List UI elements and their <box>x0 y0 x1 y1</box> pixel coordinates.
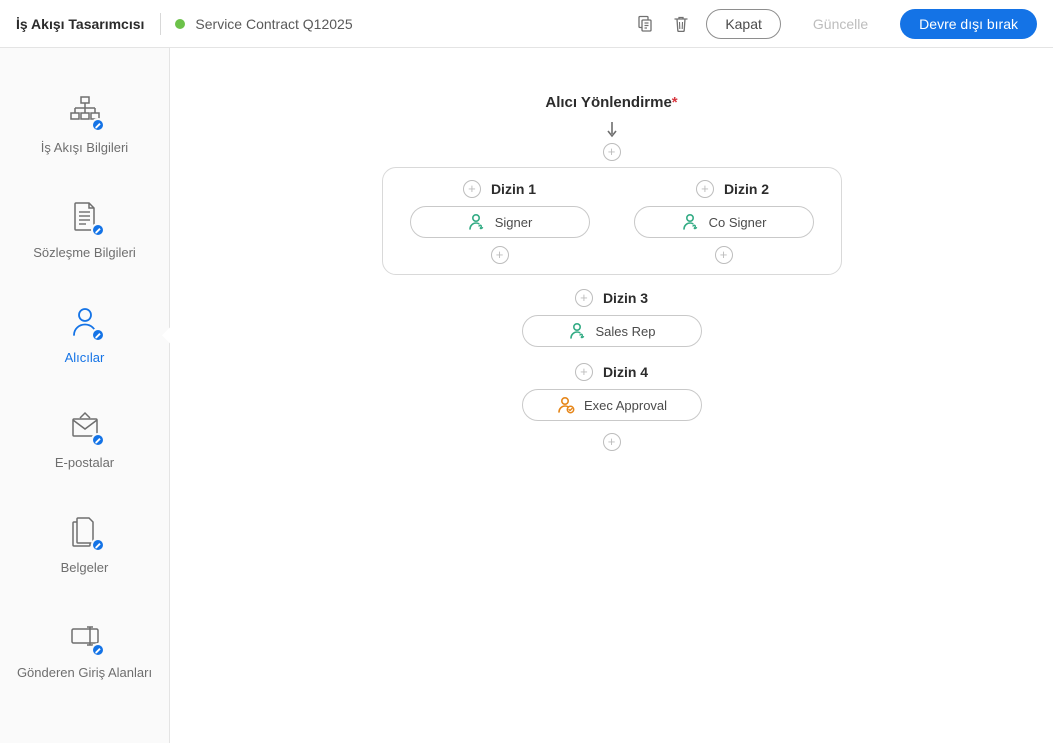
branch-1-title: Dizin 1 <box>491 181 536 197</box>
sidebar-item-agreement-info[interactable]: Sözleşme Bilgileri <box>0 179 169 284</box>
status-indicator <box>175 19 185 29</box>
sidebar-item-label: Sözleşme Bilgileri <box>33 245 136 260</box>
signer-icon <box>681 212 701 232</box>
approver-icon <box>556 395 576 415</box>
routing-title-text: Alıcı Yönlendirme <box>545 94 671 111</box>
workflow-info-icon <box>67 94 103 130</box>
close-button[interactable]: Kapat <box>706 9 781 39</box>
parallel-group: Dizin 1 Signer Dizin 2 <box>382 167 842 275</box>
add-step-end[interactable] <box>603 433 621 451</box>
step-3-title: Dizin 3 <box>603 290 648 306</box>
add-after-branch-2[interactable] <box>715 246 733 264</box>
add-before-step-3[interactable] <box>575 289 593 307</box>
recipient-label: Co Signer <box>709 215 767 230</box>
recipient-cosigner[interactable]: Co Signer <box>634 206 814 238</box>
workflow-name[interactable]: Service Contract Q12025 <box>195 16 352 32</box>
add-step-top[interactable] <box>603 143 621 161</box>
update-button: Güncelle <box>795 10 886 38</box>
serial-step-4: Dizin 4 Exec Approval <box>170 355 1053 451</box>
add-after-branch-1[interactable] <box>491 246 509 264</box>
app-title: İş Akışı Tasarımcısı <box>16 16 160 32</box>
separator <box>160 13 161 35</box>
header-actions: Kapat Güncelle Devre dışı bırak <box>634 9 1037 39</box>
disable-button[interactable]: Devre dışı bırak <box>900 9 1037 39</box>
clone-icon[interactable] <box>634 13 656 35</box>
sidebar-item-label: İş Akışı Bilgileri <box>41 140 128 155</box>
sidebar-item-sender-fields[interactable]: Gönderen Giriş Alanları <box>0 599 169 704</box>
recipient-label: Sales Rep <box>596 324 656 339</box>
sidebar-item-label: Gönderen Giriş Alanları <box>17 665 152 680</box>
sidebar: İş Akışı Bilgileri Sözleşme Bilgileri <box>0 48 170 743</box>
add-before-branch-2[interactable] <box>696 180 714 198</box>
branch-1: Dizin 1 Signer <box>395 180 605 274</box>
documents-icon <box>67 514 103 550</box>
recipient-label: Signer <box>495 215 533 230</box>
trash-icon[interactable] <box>670 13 692 35</box>
recipients-icon <box>67 304 103 340</box>
signer-icon <box>467 212 487 232</box>
routing-title: Alıcı Yönlendirme* <box>170 94 1053 111</box>
step-4-title: Dizin 4 <box>603 364 648 380</box>
add-before-step-4[interactable] <box>575 363 593 381</box>
sidebar-item-label: E-postalar <box>55 455 114 470</box>
branch-2-title: Dizin 2 <box>724 181 769 197</box>
recipient-signer[interactable]: Signer <box>410 206 590 238</box>
header: İş Akışı Tasarımcısı Service Contract Q1… <box>0 0 1053 48</box>
header-left: İş Akışı Tasarımcısı Service Contract Q1… <box>16 13 353 35</box>
sidebar-item-label: Belgeler <box>61 560 109 575</box>
sender-fields-icon <box>67 619 103 655</box>
emails-icon <box>67 409 103 445</box>
signer-icon <box>568 321 588 341</box>
sidebar-item-workflow-info[interactable]: İş Akışı Bilgileri <box>0 74 169 179</box>
recipient-execapproval[interactable]: Exec Approval <box>522 389 702 421</box>
recipient-label: Exec Approval <box>584 398 667 413</box>
recipient-salesrep[interactable]: Sales Rep <box>522 315 702 347</box>
add-before-branch-1[interactable] <box>463 180 481 198</box>
agreement-info-icon <box>67 199 103 235</box>
sidebar-item-recipients[interactable]: Alıcılar <box>0 284 169 389</box>
sidebar-item-documents[interactable]: Belgeler <box>0 494 169 599</box>
sidebar-item-label: Alıcılar <box>65 350 105 365</box>
branch-2: Dizin 2 Co Signer <box>619 180 829 274</box>
arrow-down-icon <box>605 121 619 139</box>
serial-step-3: Dizin 3 Sales Rep <box>170 281 1053 355</box>
required-indicator: * <box>672 94 678 111</box>
routing-canvas: Alıcı Yönlendirme* Dizin 1 Signer <box>170 48 1053 743</box>
sidebar-item-emails[interactable]: E-postalar <box>0 389 169 494</box>
